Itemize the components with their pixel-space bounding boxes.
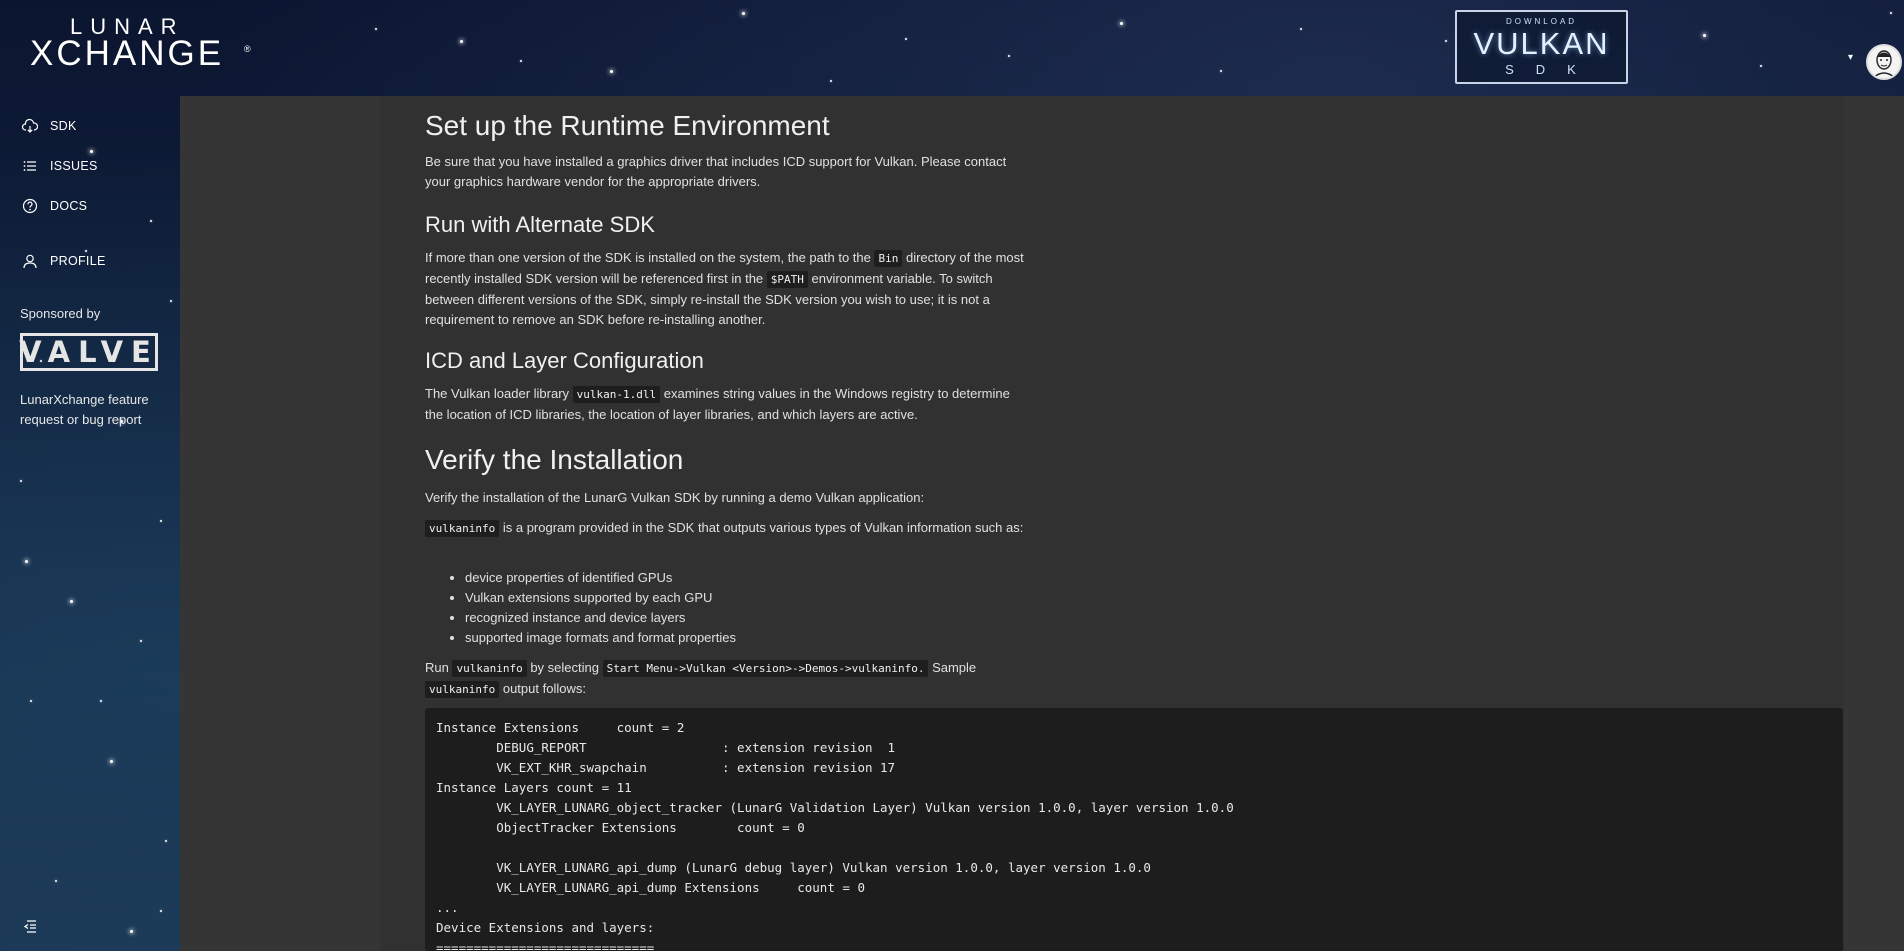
sidebar-item-issues[interactable]: ISSUES: [22, 154, 98, 178]
sidebar-item-label: PROFILE: [50, 254, 106, 268]
paragraph-alternate-sdk: If more than one version of the SDK is i…: [425, 248, 1025, 330]
inline-code: vulkaninfo: [452, 660, 527, 677]
feature-request-link[interactable]: LunarXchange feature request or bug repo…: [20, 390, 160, 430]
badge-sdk-text: SDK: [1505, 62, 1598, 77]
sponsored-by-label: Sponsored by: [20, 306, 101, 321]
inline-code: Start Menu->Vulkan <Version>->Demos->vul…: [602, 660, 929, 677]
paragraph-verify: Verify the installation of the LunarG Vu…: [425, 490, 925, 505]
text-span: output follows:: [499, 681, 586, 696]
logo-xchange-text: XCHANGE: [30, 34, 225, 73]
collapse-sidebar-icon[interactable]: [22, 918, 38, 934]
sidebar: SDK ISSUES DOCS PROFILE Sponsored by VAL…: [0, 96, 180, 951]
vulkaninfo-list: device properties of identified GPUs Vul…: [465, 568, 736, 648]
sidebar-item-docs[interactable]: DOCS: [22, 194, 87, 218]
inline-code: vulkan-1.dll: [572, 386, 661, 403]
text-span: is a program provided in the SDK that ou…: [499, 520, 1024, 535]
main-content: Set up the Runtime Environment Be sure t…: [180, 96, 1904, 951]
heading-verify-installation: Verify the Installation: [425, 444, 684, 475]
text-span: The Vulkan loader library: [425, 386, 573, 401]
paragraph-runtime: Be sure that you have installed a graphi…: [425, 154, 1007, 189]
inline-code: vulkaninfo: [425, 681, 500, 698]
text-span: If more than one version of the SDK is i…: [425, 250, 875, 265]
list-item: supported image formats and format prope…: [465, 628, 736, 648]
sidebar-item-label: SDK: [50, 119, 77, 133]
heading-alternate-sdk: Run with Alternate SDK: [425, 212, 655, 237]
badge-vulkan-text: VULKAN: [1473, 26, 1610, 61]
sidebar-item-sdk[interactable]: SDK: [22, 114, 77, 138]
text-span: Sample: [928, 660, 977, 675]
user-menu[interactable]: ▾: [1846, 44, 1904, 84]
chevron-down-icon[interactable]: ▾: [1848, 52, 1853, 63]
heading-runtime-environment: Set up the Runtime Environment: [425, 110, 830, 141]
lunarxchange-logo[interactable]: LUNAR XCHANGE ®: [30, 14, 260, 78]
text-span: by selecting: [526, 660, 603, 675]
download-vulkan-sdk-button[interactable]: DOWNLOAD VULKAN SDK: [1455, 10, 1628, 84]
sidebar-item-profile[interactable]: PROFILE: [22, 249, 106, 273]
inline-code: $PATH: [766, 271, 808, 288]
top-header: LUNAR XCHANGE ® DOWNLOAD VULKAN SDK ▾: [0, 0, 1904, 96]
paragraph-icd: The Vulkan loader library vulkan-1.dll e…: [425, 384, 1025, 425]
cloud-download-icon: [22, 118, 38, 134]
heading-icd-layer: ICD and Layer Configuration: [425, 348, 704, 373]
article: Set up the Runtime Environment Be sure t…: [380, 96, 1844, 951]
avatar[interactable]: [1866, 44, 1902, 80]
badge-download-text: DOWNLOAD: [1505, 17, 1578, 26]
question-circle-icon: [22, 198, 38, 214]
inline-code: vulkaninfo: [425, 520, 500, 537]
paragraph-vulkaninfo: vulkaninfo is a program provided in the …: [425, 518, 1025, 539]
logo-registered-mark: ®: [244, 44, 251, 54]
user-icon: [22, 253, 38, 269]
text-span: Run: [425, 660, 453, 675]
vulkaninfo-output-code-block: Instance Extensions count = 2 DEBUG_REPO…: [425, 708, 1843, 951]
paragraph-run-vulkaninfo: Run vulkaninfo by selecting Start Menu->…: [425, 658, 1045, 700]
list-item: Vulkan extensions supported by each GPU: [465, 588, 736, 608]
inline-code: Bin: [874, 250, 903, 267]
list-icon: [22, 158, 38, 174]
valve-logo[interactable]: VALVE: [19, 333, 158, 371]
list-item: device properties of identified GPUs: [465, 568, 736, 588]
sidebar-item-label: DOCS: [50, 199, 88, 213]
list-item: recognized instance and device layers: [465, 608, 736, 628]
sidebar-item-label: ISSUES: [50, 159, 98, 173]
